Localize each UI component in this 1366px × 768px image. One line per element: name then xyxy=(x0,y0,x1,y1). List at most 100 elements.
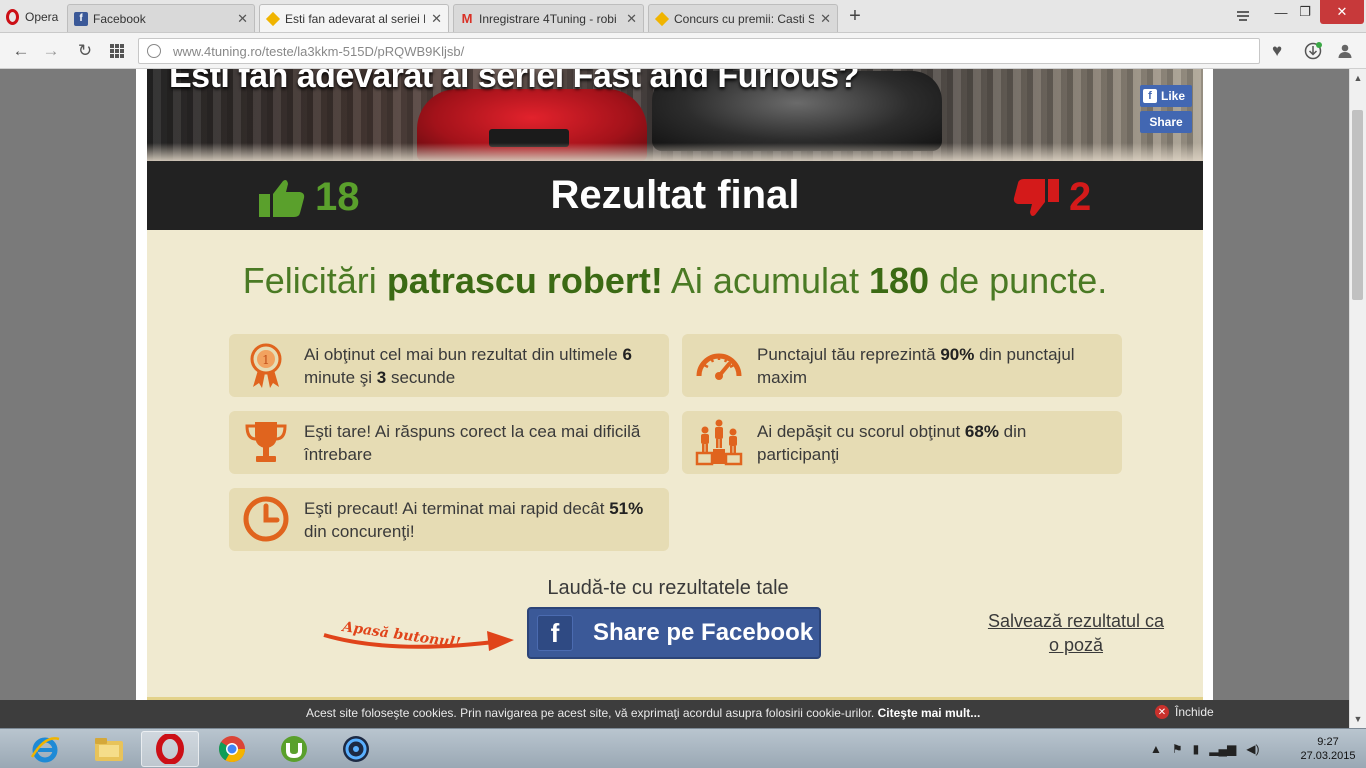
speedometer-icon xyxy=(696,353,742,380)
share-facebook-button[interactable]: f Share pe Facebook xyxy=(527,607,821,659)
signal-icon[interactable]: ▂▄▆ xyxy=(1209,742,1236,756)
cookie-close-label: Închide xyxy=(1175,705,1214,719)
stat-text: Ai depăşit cu scorul obţinut 68% din par… xyxy=(757,421,1027,464)
stat-text: Eşti tare! Ai răspuns corect la cea mai … xyxy=(304,421,641,464)
url-path: /teste/la3kkm-515D/pRQWB9Kljsb/ xyxy=(261,43,465,59)
file-explorer-icon[interactable] xyxy=(80,731,138,767)
page: Esti fan adevarat al seriei Fast and Fur… xyxy=(136,69,1213,700)
clock-icon xyxy=(243,496,289,542)
podium-icon xyxy=(695,419,743,466)
cookie-close-button[interactable]: ✕ Închide xyxy=(1155,705,1214,719)
volume-icon[interactable]: ◀) xyxy=(1246,742,1259,756)
forward-icon[interactable]: → xyxy=(40,40,62,62)
chrome-icon[interactable] xyxy=(203,731,261,767)
system-tray: ▲ ⚑ ▮ ▂▄▆ ◀) xyxy=(1150,729,1259,768)
browser-tabbar: Opera f Facebook ✕ Esti fan adevarat al … xyxy=(0,0,1366,33)
heart-icon[interactable]: ♥ xyxy=(1266,40,1288,62)
results-panel: Felicitări patrascu robert! Ai acumulat … xyxy=(147,230,1203,700)
battery-icon[interactable]: ▮ xyxy=(1193,742,1200,756)
cookie-text: Acest site foloseşte cookies. Prin navig… xyxy=(306,706,980,720)
new-tab-button[interactable]: + xyxy=(844,5,866,28)
svg-text:1: 1 xyxy=(262,353,270,367)
save-result-link[interactable]: Salvează rezultatul ca o poză xyxy=(987,609,1165,657)
url-input[interactable]: www.4tuning.ro /teste/la3kkm-515D/pRQWB9… xyxy=(138,38,1260,64)
stat-card-hardest: Eşti tare! Ai răspuns corect la cea mai … xyxy=(229,411,669,474)
speed-dial-icon[interactable] xyxy=(106,40,128,62)
medal-icon: 1 xyxy=(250,343,282,388)
close-icon: ✕ xyxy=(1155,705,1169,719)
taskbar-clock[interactable]: 9:27 27.03.2015 xyxy=(1296,735,1360,763)
user-icon[interactable] xyxy=(1334,40,1356,62)
stat-text: Eşti precaut! Ai terminat mai rapid decâ… xyxy=(304,498,644,541)
scroll-up-icon[interactable]: ▲ xyxy=(1350,70,1366,86)
close-icon[interactable]: ✕ xyxy=(820,11,831,27)
download-icon[interactable] xyxy=(1302,40,1324,62)
tab-label: Inregistrare 4Tuning - robi xyxy=(479,11,617,26)
stat-card-best-time: 1 Ai obţinut cel mai bun rezultat din ul… xyxy=(229,334,669,397)
brag-heading: Laudă-te cu rezultatele tale xyxy=(547,577,789,599)
trophy-icon xyxy=(245,422,287,462)
facebook-icon: f xyxy=(1143,89,1157,103)
clock-time: 9:27 xyxy=(1317,736,1339,748)
minimize-icon[interactable]: — xyxy=(1268,0,1294,24)
internet-explorer-icon[interactable] xyxy=(16,731,74,767)
url-domain: www.4tuning.ro xyxy=(173,43,262,59)
tab-concurs[interactable]: Concurs cu premii: Casti Sk ✕ xyxy=(648,4,838,32)
close-icon[interactable]: ✕ xyxy=(237,11,248,27)
thumbs-down-icon xyxy=(1013,178,1059,216)
cookie-banner: Acest site foloseşte cookies. Prin navig… xyxy=(0,700,1349,728)
stat-text: Punctajul tău reprezintă 90% din punctaj… xyxy=(757,344,1075,387)
wrong-count: 2 xyxy=(1069,175,1092,219)
road-image xyxy=(147,143,1203,161)
opera-menu-label: Opera xyxy=(25,9,59,24)
stat-card-speed: Eşti precaut! Ai terminat mai rapid decâ… xyxy=(229,488,669,551)
hero-banner: Esti fan adevarat al seriei Fast and Fur… xyxy=(147,69,1203,161)
tab-menu-icon[interactable] xyxy=(1230,4,1256,28)
4tuning-icon xyxy=(654,11,670,26)
share-facebook-label: Share pe Facebook xyxy=(593,619,814,646)
opera-menu-button[interactable]: Opera xyxy=(0,0,62,33)
tab-facebook[interactable]: f Facebook ✕ xyxy=(67,4,255,32)
address-bar: ← → ↻ www.4tuning.ro /teste/la3kkm-515D/… xyxy=(0,33,1366,69)
globe-icon xyxy=(147,44,161,58)
opera-taskbar-icon[interactable] xyxy=(141,731,199,767)
congrats-prefix: Felicitări xyxy=(242,260,387,301)
result-bar: 18 Rezultat final 2 xyxy=(147,161,1203,230)
media-app-icon[interactable] xyxy=(327,731,385,767)
congrats-suffix: de puncte. xyxy=(929,260,1108,301)
clock-date: 27.03.2015 xyxy=(1300,750,1356,762)
congrats-middle: Ai acumulat xyxy=(662,260,869,301)
opera-logo-icon xyxy=(6,8,19,25)
thumbs-down-score: 2 xyxy=(1013,175,1091,220)
utorrent-icon[interactable] xyxy=(265,731,323,767)
tab-esti-fan[interactable]: Esti fan adevarat al seriei F ✕ xyxy=(259,4,449,32)
stat-card-beaten: Ai depăşit cu scorul obţinut 68% din par… xyxy=(682,411,1122,474)
tab-label: Facebook xyxy=(93,11,146,26)
gmail-icon: M xyxy=(461,11,473,26)
reload-icon[interactable]: ↻ xyxy=(74,40,96,62)
show-hidden-icons-icon[interactable]: ▲ xyxy=(1150,742,1162,756)
4tuning-icon xyxy=(265,11,281,26)
facebook-icon: f xyxy=(74,11,88,26)
maximize-icon[interactable]: ❐ xyxy=(1292,0,1318,24)
windows-taskbar: ▲ ⚑ ▮ ▂▄▆ ◀) 9:27 27.03.2015 xyxy=(0,728,1366,768)
facebook-like-button[interactable]: f Like xyxy=(1140,85,1192,107)
scroll-down-icon[interactable]: ▼ xyxy=(1350,711,1366,727)
user-name: patrascu robert! xyxy=(386,260,663,301)
back-icon[interactable]: ← xyxy=(10,40,32,62)
congrats-heading: Felicitări patrascu robert! Ai acumulat … xyxy=(147,260,1203,302)
facebook-share-small-button[interactable]: Share xyxy=(1140,111,1192,133)
flag-icon[interactable]: ⚑ xyxy=(1172,742,1183,756)
close-icon[interactable]: ✕ xyxy=(626,11,637,27)
like-label: Like xyxy=(1161,89,1186,103)
facebook-icon: f xyxy=(537,615,573,651)
press-button-arrow: Apasă butonul! xyxy=(323,619,514,651)
tab-label: Concurs cu premii: Casti Sk xyxy=(674,11,815,26)
tab-inregistrare[interactable]: M Inregistrare 4Tuning - robi ✕ xyxy=(453,4,644,32)
close-icon[interactable]: ✕ xyxy=(431,11,442,27)
cookie-read-more-link[interactable]: Citeşte mai mult... xyxy=(878,706,981,720)
quiz-title: Esti fan adevarat al seriei Fast and Fur… xyxy=(169,69,859,95)
window-close-icon[interactable]: ✕ xyxy=(1320,0,1364,24)
stat-card-percent: Punctajul tău reprezintă 90% din punctaj… xyxy=(682,334,1122,397)
scrollbar-thumb[interactable] xyxy=(1352,110,1363,300)
